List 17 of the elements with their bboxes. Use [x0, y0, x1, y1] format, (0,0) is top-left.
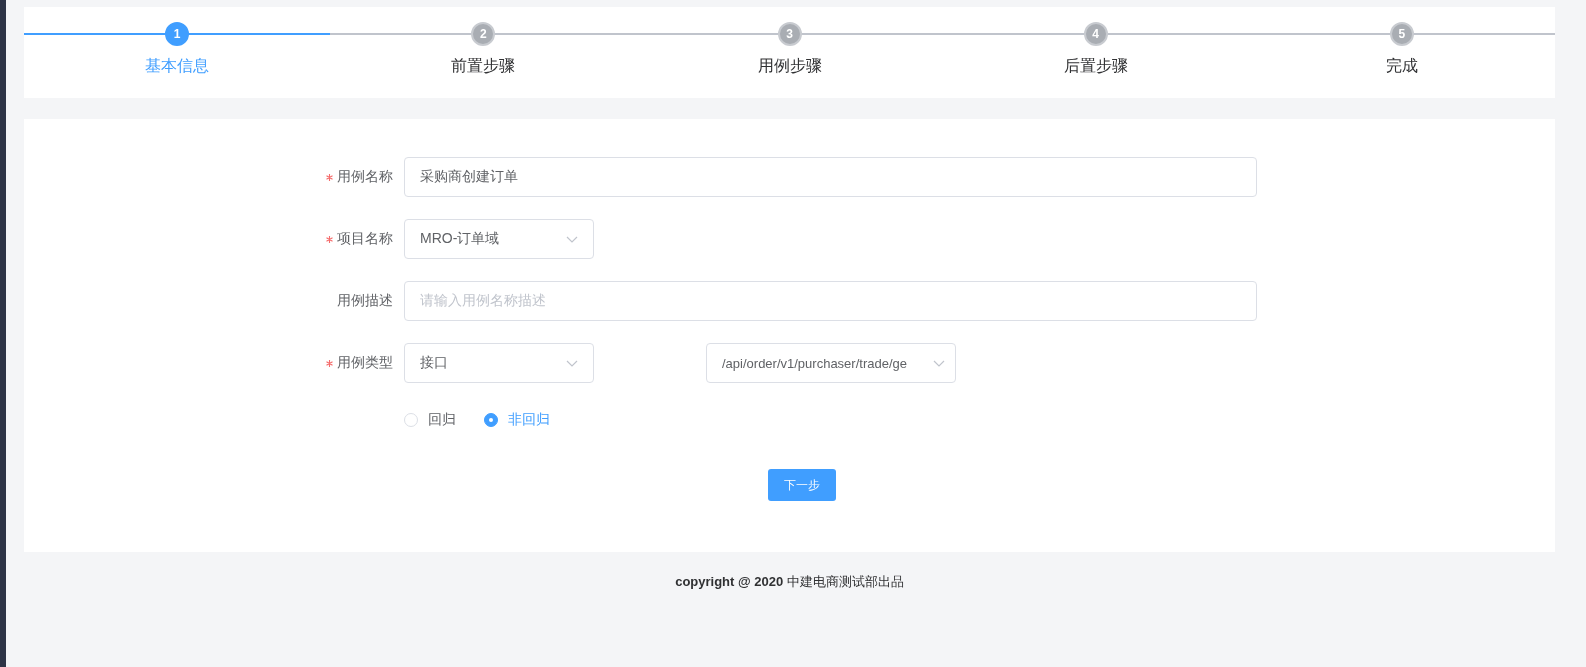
field-label-text: 用例描述 [337, 292, 393, 310]
field-label-text: 用例类型 [337, 354, 393, 372]
radio-option[interactable]: 回归 [404, 411, 456, 429]
select-field[interactable]: MRO-订单域 [404, 219, 594, 259]
caret-icon [933, 359, 945, 367]
input-field[interactable]: 采购商创建订单 [404, 157, 1257, 197]
field-label-text: 用例名称 [337, 168, 393, 186]
caret-icon [566, 359, 578, 367]
select-field[interactable]: /api/order/v1/purchaser/trade/ge [706, 343, 956, 383]
field-label-text: 项目名称 [337, 230, 393, 248]
step-title[interactable]: 前置步骤 [451, 56, 516, 77]
copyright-text: copyright @ 2020 中建电商测试部出品 [675, 573, 904, 591]
step-title[interactable]: 后置步骤 [1063, 56, 1128, 77]
select-field[interactable]: 接口 [404, 343, 594, 383]
step-title[interactable]: 用例步骤 [757, 56, 822, 77]
step-title[interactable]: 完成 [1385, 56, 1418, 77]
caret-icon [566, 235, 578, 243]
